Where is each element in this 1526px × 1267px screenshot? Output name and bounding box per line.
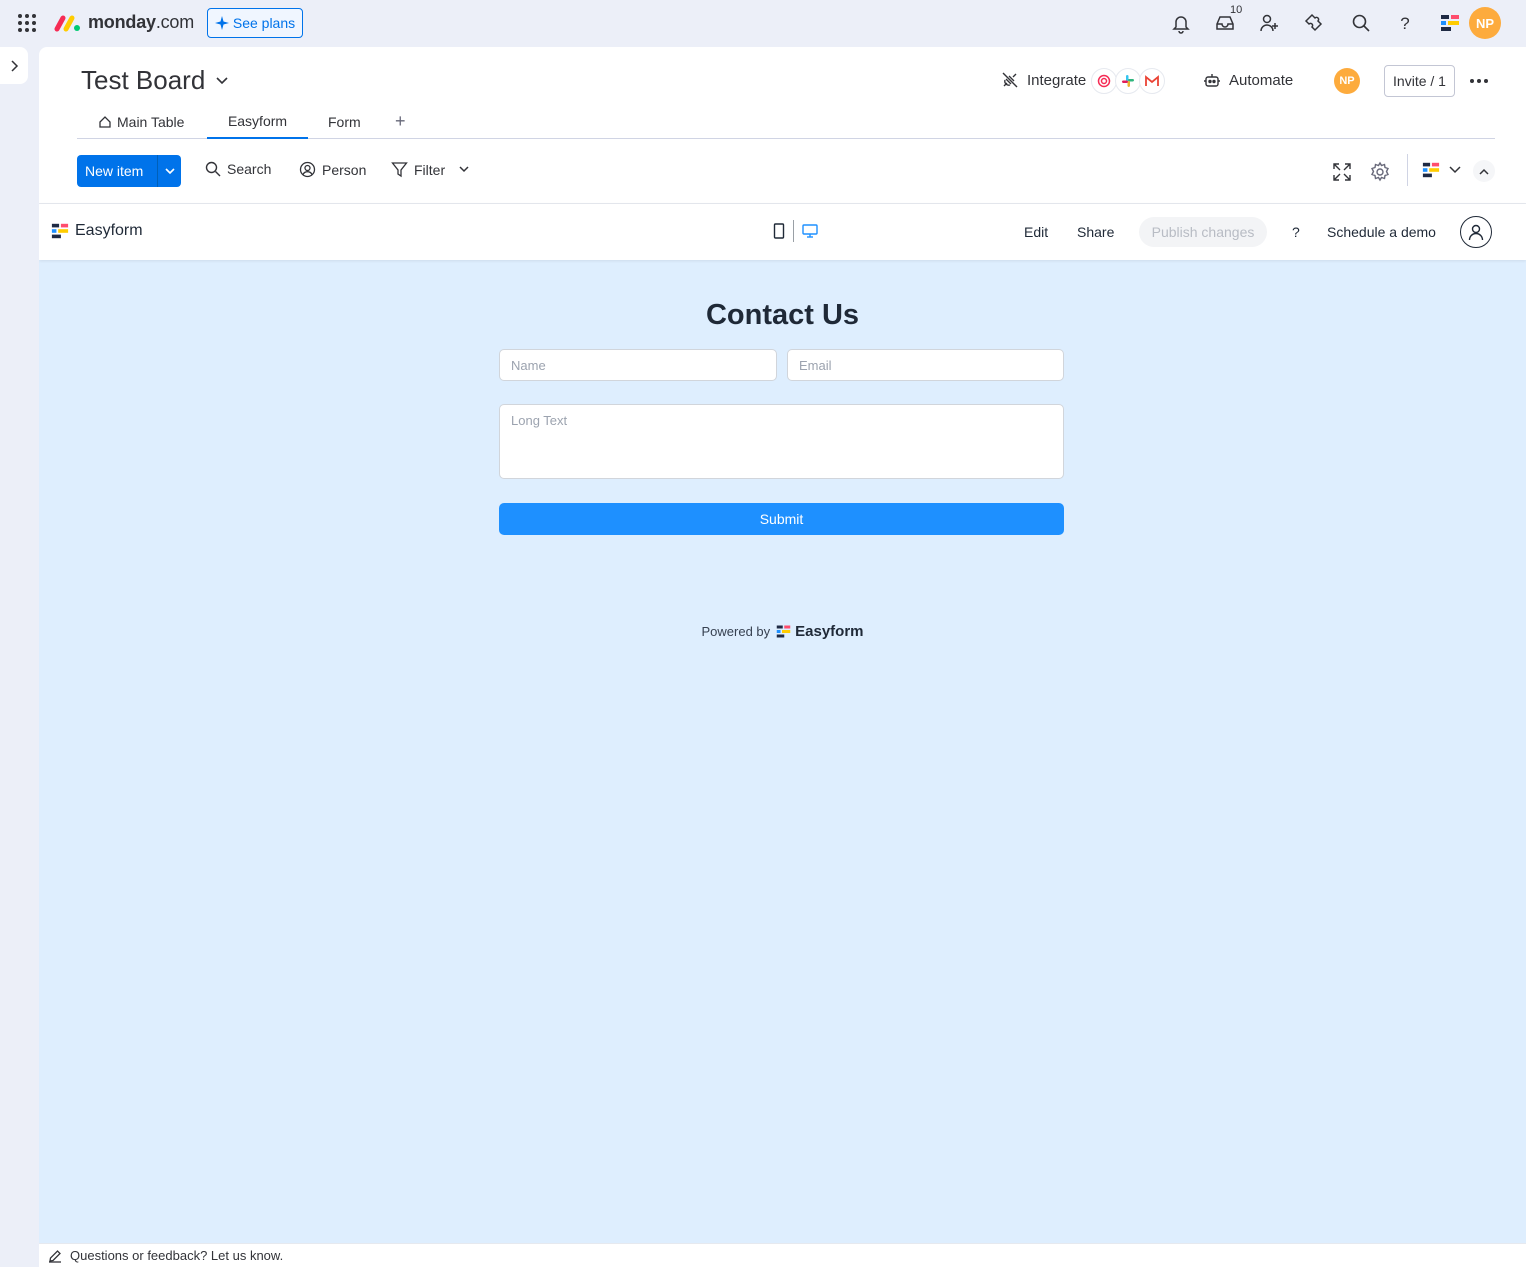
integrate-button[interactable]: Integrate (1001, 71, 1086, 89)
board-view-tabs: Main Table Easyform Form + (77, 105, 1495, 139)
sparkle-icon (214, 16, 229, 30)
puzzle-icon[interactable] (1302, 12, 1324, 34)
long-text-field[interactable]: Long Text (499, 404, 1064, 479)
person-filter-button[interactable]: Person (299, 161, 366, 178)
add-view-button[interactable]: + (395, 111, 406, 132)
plug-icon (1001, 71, 1019, 89)
settings-gear-icon[interactable] (1369, 161, 1391, 183)
share-link[interactable]: Share (1077, 224, 1114, 240)
filter-label: Filter (414, 161, 446, 178)
home-icon (98, 115, 112, 129)
desktop-icon[interactable] (802, 224, 818, 238)
automate-button[interactable]: Automate (1203, 71, 1293, 89)
search-label: Search (227, 161, 272, 177)
collapse-header-button[interactable] (1473, 160, 1495, 182)
form-title: Contact Us (705, 299, 860, 331)
person-label: Person (322, 161, 367, 178)
search-icon (205, 161, 221, 177)
email-field[interactable]: Email (787, 349, 1064, 381)
feedback-bar[interactable]: Questions or feedback? Let us know. (39, 1243, 1526, 1267)
user-icon (1467, 223, 1485, 241)
see-plans-button[interactable]: See plans (207, 8, 303, 38)
chevron-right-icon (9, 59, 19, 72)
easyform-brand-text: Easyform (75, 222, 143, 239)
help-icon[interactable]: ? (1394, 12, 1416, 34)
powered-by-label: Powered by (701, 624, 771, 639)
publish-changes-button[interactable]: Publish changes (1139, 217, 1267, 247)
tab-form[interactable]: Form (328, 105, 361, 139)
chevron-down-icon (164, 167, 175, 175)
user-avatar[interactable]: NP (1469, 7, 1501, 39)
more-options-icon[interactable] (1467, 71, 1491, 91)
integration-apps[interactable] (1091, 68, 1165, 94)
monday-logo-icon (54, 13, 82, 33)
edit-link[interactable]: Edit (1024, 224, 1048, 240)
target-app-icon (1091, 68, 1117, 94)
filter-button[interactable]: Filter (391, 161, 469, 178)
new-item-label: New item (85, 163, 144, 179)
monday-logo[interactable]: monday.com (54, 12, 194, 33)
bell-icon[interactable] (1170, 12, 1192, 34)
easyform-app-frame: Easyform Edit Share Publish changes ? Sc… (39, 203, 1526, 1267)
schedule-demo-link[interactable]: Schedule a demo (1327, 224, 1436, 240)
device-preview-toggle (773, 220, 818, 242)
board-member-avatar[interactable]: NP (1334, 68, 1360, 94)
easyform-logo-icon (776, 624, 791, 639)
svg-text:?: ? (1400, 14, 1409, 33)
easyform-logo-icon (51, 222, 69, 240)
funnel-icon (391, 161, 408, 178)
powered-by: Powered by Easyform (39, 623, 1526, 640)
device-divider (793, 220, 794, 242)
slack-icon (1115, 68, 1141, 94)
mobile-icon[interactable] (773, 223, 785, 239)
chevron-down-icon[interactable] (1449, 165, 1471, 187)
sidebar-expand-button[interactable] (0, 47, 28, 84)
monday-logo-text: monday.com (88, 12, 195, 32)
easyform-view-icon[interactable] (1422, 161, 1444, 183)
robot-icon (1203, 71, 1221, 89)
powered-brand[interactable]: Easyform (776, 623, 864, 640)
fullscreen-icon[interactable] (1331, 161, 1353, 183)
tab-label: Easyform (227, 113, 288, 129)
account-button[interactable] (1460, 216, 1492, 248)
invite-member-icon[interactable] (1258, 12, 1280, 34)
integrate-label: Integrate (1027, 71, 1087, 89)
person-circle-icon (299, 161, 316, 178)
powered-brand-text: Easyform (795, 623, 864, 640)
search-icon[interactable] (1350, 12, 1372, 34)
tab-label: Main Table (117, 114, 185, 130)
search-button[interactable]: Search (205, 161, 271, 177)
see-plans-label: See plans (232, 15, 296, 31)
tab-easyform[interactable]: Easyform (207, 105, 308, 139)
new-item-dropdown[interactable] (157, 155, 181, 187)
tab-label: Form (328, 114, 361, 130)
board-title[interactable]: Test Board (81, 65, 229, 96)
invite-button[interactable]: Invite / 1 (1384, 65, 1455, 97)
chevron-down-icon[interactable] (459, 166, 469, 173)
easyform-app-icon[interactable] (1440, 13, 1460, 33)
chevron-up-icon (1479, 168, 1489, 175)
automate-label: Automate (1229, 71, 1294, 89)
toolbar-divider (1407, 154, 1408, 186)
submit-button[interactable]: Submit (499, 503, 1064, 535)
new-item-button[interactable]: New item (77, 155, 181, 187)
easyform-header: Easyform Edit Share Publish changes ? Sc… (39, 204, 1526, 260)
apps-grid-icon[interactable] (17, 13, 37, 33)
board-panel: Test Board Integrate Automate NP Invite … (39, 47, 1526, 1267)
name-field[interactable]: Name (499, 349, 777, 381)
board-title-text: Test Board (81, 65, 206, 95)
help-link[interactable]: ? (1292, 224, 1300, 240)
feedback-text: Questions or feedback? Let us know. (70, 1248, 284, 1263)
tab-main-table[interactable]: Main Table (98, 105, 184, 139)
gmail-icon (1139, 68, 1165, 94)
top-bar: monday.com See plans 10 ? NP (0, 0, 1526, 47)
pencil-icon (48, 1249, 62, 1263)
easyform-brand: Easyform (51, 222, 143, 240)
chevron-down-icon (215, 76, 229, 86)
inbox-count-badge: 10 (1230, 4, 1243, 16)
